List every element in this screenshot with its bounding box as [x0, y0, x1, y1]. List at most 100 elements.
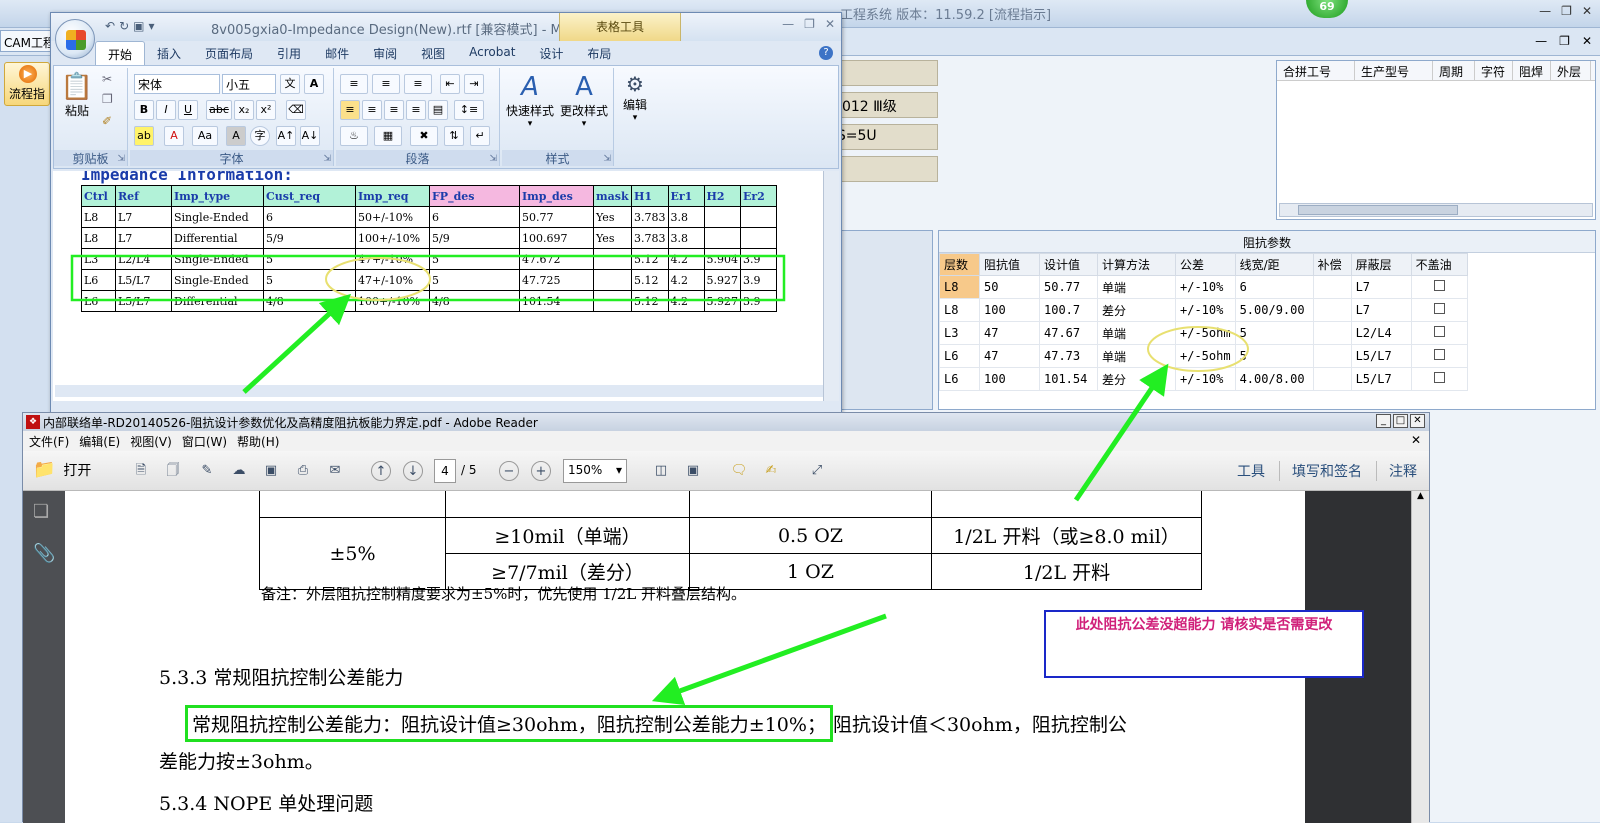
table-row[interactable]: L6 L5/L7 Differential 4/8 100+/-10% 4/8 101.54… [81, 290, 777, 312]
comment-button[interactable]: 注释 [1376, 461, 1417, 481]
cam-mdi-controls[interactable]: — ❐ ✕ [1535, 34, 1592, 48]
word-window-controls[interactable]: — ❐ ✕ [782, 17, 835, 31]
save-icon[interactable]: ▣ [133, 19, 148, 33]
line-spacing-icon[interactable]: ↕≡ [454, 100, 484, 120]
bold-icon[interactable]: B [134, 100, 154, 120]
document-area[interactable]: Impedance Information: Ctrl Ref Imp_type Cu… [53, 171, 823, 401]
zoom-out-icon[interactable]: − [499, 461, 519, 481]
tab-design[interactable]: 设计 [527, 41, 575, 65]
minimize-icon[interactable]: — [1539, 4, 1551, 18]
justify-icon[interactable]: ≡ [406, 100, 426, 120]
minimize-icon[interactable]: — [782, 17, 794, 31]
font-name-select[interactable]: 宋体 [134, 74, 220, 94]
fullscreen-icon[interactable]: ⤢ [807, 461, 827, 481]
no-cover-checkbox[interactable] [1433, 303, 1445, 314]
undo-icon[interactable]: ↶ [105, 19, 119, 33]
table-row[interactable]: L8 L7 Single-Ended 6 50+/-10% 6 50.77 Yes 3.783 3… [81, 206, 777, 228]
clear-format-icon[interactable]: ⌫ [286, 100, 306, 120]
open-button[interactable]: 📁 打开 [33, 459, 91, 480]
chinese-layout-icon[interactable]: ✖ [410, 126, 438, 146]
multilevel-list-icon[interactable]: ≡ [404, 74, 432, 94]
sort-icon[interactable]: ⇅ [444, 126, 464, 146]
redo-icon[interactable]: ↻ [119, 19, 133, 33]
restore-icon[interactable]: ❐ [804, 17, 815, 31]
scroll-thumb[interactable] [1298, 205, 1458, 215]
fit-page-icon[interactable]: ◫ [651, 461, 671, 481]
paste-button[interactable]: 📋 粘贴 [60, 72, 94, 119]
table-row[interactable]: L6 100 101.54 差分 +/-10% 4.00/8.00 L5/L7 [939, 367, 1468, 391]
no-cover-checkbox[interactable] [1433, 349, 1445, 360]
underline-icon[interactable]: U [178, 100, 198, 120]
impedance-info-table[interactable]: Ctrl Ref Imp_type Cust_req Imp_req FP_des Imp_… [81, 185, 777, 312]
cam-window-controls[interactable]: — ❐ ✕ [1539, 4, 1592, 18]
create-pdf-icon[interactable]: 🗎 [131, 461, 151, 481]
tab-view[interactable]: 视图 [409, 41, 457, 65]
table-row[interactable]: L6 47 47.73 单端 +/-5ohm 5 L5/L7 [939, 344, 1468, 368]
shrink-font-icon[interactable]: A↓ [300, 126, 320, 146]
flow-button[interactable]: ▶ 流程指 [4, 62, 50, 106]
next-page-icon[interactable]: ↓ [403, 461, 423, 481]
tab-insert[interactable]: 插入 [145, 41, 193, 65]
menu-help[interactable]: 帮助(H) [237, 433, 279, 449]
strikethrough-icon[interactable]: abc [206, 100, 232, 120]
distribute-icon[interactable]: ▤ [428, 100, 448, 120]
font-color-icon[interactable]: A [164, 126, 184, 146]
email-icon[interactable]: ✉ [325, 461, 345, 481]
fill-sign-button[interactable]: 填写和签名 [1279, 461, 1362, 481]
align-right-icon[interactable]: ≡ [384, 100, 404, 120]
highlight-icon[interactable]: ab [134, 126, 154, 146]
cam-tab[interactable]: CAM工程 [0, 30, 55, 52]
vertical-scrollbar[interactable] [823, 171, 839, 401]
table-row[interactable]: L6 L5/L7 Single-Ended 5 47+/-10% 5 47.725 5.12 4… [81, 269, 777, 291]
restore-icon[interactable]: □ [1393, 414, 1408, 428]
pages-icon[interactable]: ❏ [33, 501, 49, 522]
menu-window[interactable]: 窗口(W) [182, 433, 227, 449]
italic-icon[interactable]: I [156, 100, 176, 120]
vertical-scrollbar[interactable]: ▲ [1411, 491, 1429, 823]
help-icon[interactable]: ? [819, 46, 833, 60]
save-icon[interactable]: ▣ [261, 461, 281, 481]
document-close-icon[interactable]: ✕ [1411, 433, 1421, 447]
change-case-icon[interactable]: Aa [192, 126, 218, 146]
restore-icon[interactable]: ❐ [1559, 34, 1570, 48]
numbering-icon[interactable]: ≡ [372, 74, 400, 94]
tools-button[interactable]: 工具 [1237, 461, 1265, 481]
tab-layout[interactable]: 布局 [575, 41, 623, 65]
edit-button[interactable]: ⚙ 编辑 ▾ [618, 72, 652, 123]
scroll-up-icon[interactable]: ▲ [1412, 491, 1429, 501]
align-left-icon[interactable]: ≡ [340, 100, 360, 120]
menu-edit[interactable]: 编辑(E) [79, 433, 120, 449]
minimize-icon[interactable]: — [1535, 34, 1547, 48]
enclose-char-icon[interactable]: 字 [250, 126, 270, 146]
increase-indent-icon[interactable]: ⇥ [464, 74, 484, 94]
prev-page-icon[interactable]: ↑ [371, 461, 391, 481]
table-row[interactable]: L8 100 100.7 差分 +/-10% 5.00/9.00 L7 [939, 298, 1468, 322]
no-cover-checkbox[interactable] [1433, 280, 1445, 291]
expand-icon[interactable]: ⇲ [603, 154, 611, 164]
tab-page-layout[interactable]: 页面布局 [193, 41, 265, 65]
change-styles-button[interactable]: A 更改样式 ▾ [558, 72, 610, 129]
font-size-select[interactable]: 小五 [222, 74, 276, 94]
expand-icon[interactable]: ⇲ [117, 154, 125, 164]
table-row[interactable]: L8 50 50.77 单端 +/-10% 6 L7 [939, 275, 1468, 299]
tab-review[interactable]: 审阅 [361, 41, 409, 65]
grow-font-icon[interactable]: A↑ [276, 126, 296, 146]
quick-access-toolbar[interactable]: ↶↻▣▾ [105, 19, 159, 33]
close-icon[interactable]: ✕ [825, 17, 835, 31]
no-cover-checkbox[interactable] [1433, 372, 1445, 383]
restore-icon[interactable]: ❐ [1561, 4, 1572, 18]
close-icon[interactable]: ✕ [1410, 414, 1425, 428]
zoom-select[interactable]: 150% ▾ [563, 459, 627, 483]
comment-icon[interactable]: 🗨 [729, 461, 749, 481]
attachment-icon[interactable]: 📎 [33, 543, 55, 564]
expand-icon[interactable]: ⇲ [489, 154, 497, 164]
char-border-icon[interactable]: A [304, 74, 324, 94]
align-center-icon[interactable]: ≡ [362, 100, 382, 120]
print-icon[interactable]: ⎙ [293, 461, 313, 481]
horizontal-scrollbar[interactable] [1279, 203, 1593, 217]
tab-acrobat[interactable]: Acrobat [457, 41, 527, 65]
shading-icon[interactable]: ♨ [340, 126, 368, 146]
format-painter-icon[interactable]: ✐ [102, 114, 112, 128]
decrease-indent-icon[interactable]: ⇤ [440, 74, 460, 94]
superscript-icon[interactable]: x² [256, 100, 276, 120]
